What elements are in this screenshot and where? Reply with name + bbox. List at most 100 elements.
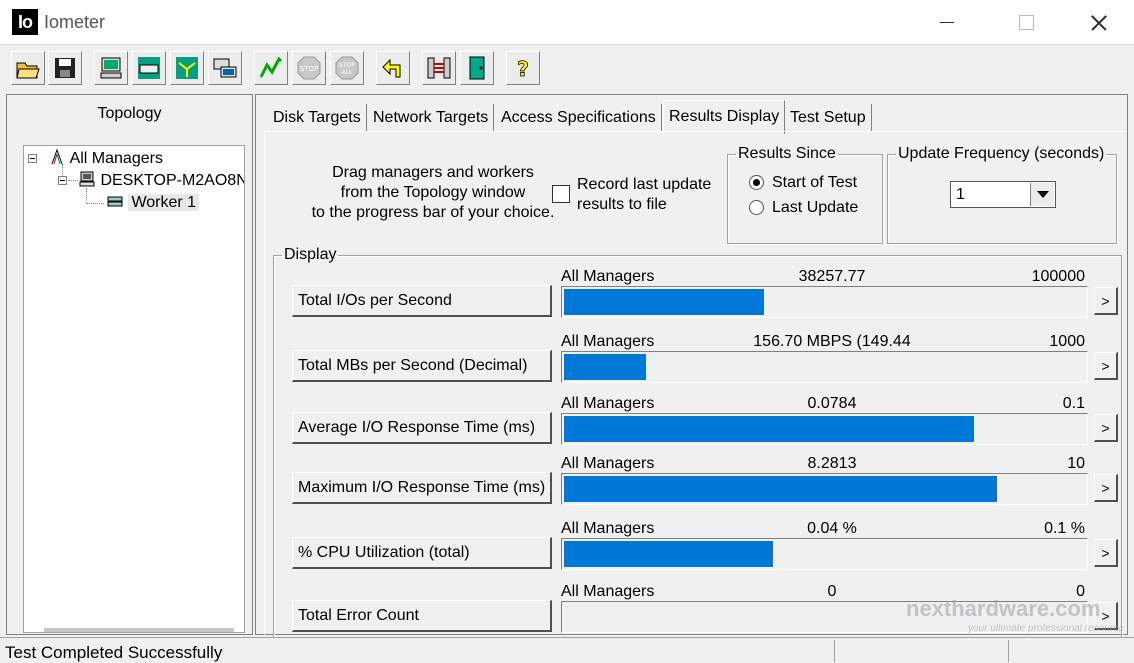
metric-value-label: 8.2813 [807, 455, 857, 472]
computer-icon [79, 171, 95, 187]
metric-select-button[interactable]: Maximum I/O Response Time (ms) [292, 472, 552, 504]
metric-progress-bar [561, 538, 1088, 570]
results-since-label: Results Since [738, 145, 836, 162]
tab-access-specifications[interactable]: Access Specifications [496, 104, 662, 132]
record-last-update-checkbox[interactable] [552, 185, 570, 203]
save-button[interactable] [48, 51, 82, 85]
new-network-worker-button[interactable] [170, 51, 204, 85]
collapse-all-managers-icon[interactable] [28, 154, 37, 163]
copy-worker-button[interactable] [208, 51, 242, 85]
metric-progress-fill [564, 416, 974, 442]
metric-max-label: 100000 [1031, 268, 1085, 285]
metric-detail-button[interactable]: > [1094, 474, 1118, 502]
metric-progress-bar [561, 351, 1088, 383]
metric-manager-label: All Managers [561, 583, 655, 600]
metric-value-label: 38257.77 [798, 268, 866, 285]
status-bar: Test Completed Successfully [0, 637, 1134, 663]
stop-all-button[interactable]: STOP ALL [330, 51, 364, 85]
metric-select-button[interactable]: Total I/Os per Second [292, 285, 552, 317]
all-managers-icon [51, 148, 63, 165]
door-icon [469, 56, 485, 80]
tree-item-all-managers[interactable]: All Managers [48, 148, 163, 168]
metric-detail-button[interactable]: > [1094, 352, 1118, 380]
copy-worker-icon [213, 58, 237, 78]
collapse-manager-icon[interactable] [58, 176, 67, 185]
update-frequency-label: Update Frequency (seconds) [898, 145, 1105, 162]
metric-manager-label: All Managers [561, 395, 655, 412]
metric-max-label: 0.1 % [1044, 520, 1085, 537]
stop-all-icon: STOPALL [335, 56, 359, 80]
open-icon [16, 62, 40, 79]
tree-item-manager[interactable]: DESKTOP-M2AO8N [78, 170, 245, 190]
results-since-group: Results Since [727, 145, 883, 244]
metric-value-label: 0.04 % [807, 520, 857, 537]
tab-results-display[interactable]: Results Display [663, 100, 786, 134]
help-icon: ? [517, 57, 529, 81]
save-icon [55, 58, 75, 78]
open-button[interactable] [11, 51, 45, 85]
metric-manager-label: All Managers [561, 455, 655, 472]
last-update-label[interactable]: Last Update [772, 199, 858, 217]
metric-select-button[interactable]: Average I/O Response Time (ms) [292, 412, 552, 444]
start-of-test-label[interactable]: Start of Test [772, 174, 857, 192]
stop-button[interactable]: STOP [292, 51, 326, 85]
toolbar: STOP STOP ALL ? [0, 44, 1134, 94]
tab-network-targets[interactable]: Network Targets [368, 104, 495, 132]
svg-text:ALL: ALL [342, 69, 353, 76]
svg-text:STOP: STOP [300, 65, 318, 73]
metric-progress-bar [561, 473, 1088, 505]
metric-progress-fill [564, 476, 997, 502]
metric-manager-label: All Managers [561, 520, 655, 537]
update-frequency-select[interactable]: 1 [950, 181, 1056, 208]
metric-progress-fill [564, 541, 773, 567]
metric-value-label: 0 [827, 583, 837, 600]
metric-detail-button[interactable]: > [1094, 414, 1118, 442]
display-label: Display [284, 246, 337, 263]
svg-text:?: ? [517, 57, 529, 81]
metric-detail-button[interactable]: > [1094, 287, 1118, 315]
metric-progress-bar [561, 286, 1088, 318]
watermark-tagline: your ultimate professional resource [968, 623, 1124, 634]
record-last-update-label[interactable]: Record last update results to file [577, 175, 711, 215]
new-disk-worker-button[interactable] [132, 51, 166, 85]
new-manager-icon [100, 57, 122, 79]
minimize-button[interactable] [932, 10, 962, 36]
tab-test-setup[interactable]: Test Setup [785, 104, 872, 132]
update-frequency-value: 1 [956, 186, 965, 203]
exit-program-button[interactable] [460, 51, 494, 85]
title-bar: Io Iometer [0, 0, 1134, 44]
tree-horizontal-scrollbar[interactable] [44, 628, 234, 632]
about-button[interactable]: ? [506, 51, 540, 85]
status-text: Test Completed Successfully [5, 643, 223, 662]
last-update-radio[interactable] [749, 200, 764, 215]
topology-panel: Topology All Managers DESKTOP-M2AO8N Wor… [6, 94, 253, 635]
start-of-test-radio[interactable] [749, 175, 764, 190]
metric-detail-button[interactable]: > [1094, 539, 1118, 567]
metric-progress-fill [564, 354, 646, 380]
manager-label: DESKTOP-M2AO8N [100, 172, 245, 189]
metric-progress-bar [561, 413, 1088, 445]
metric-select-button[interactable]: % CPU Utilization (total) [292, 537, 552, 569]
exit-icon [427, 57, 451, 79]
all-managers-label: All Managers [69, 150, 163, 167]
topology-title: Topology [97, 105, 162, 122]
worker-icon [107, 196, 123, 207]
start-test-button[interactable] [254, 51, 288, 85]
watermark-logo: nexthardware.com [906, 596, 1101, 621]
exit-button[interactable] [422, 51, 456, 85]
new-disk-worker-icon [138, 57, 160, 79]
chevron-down-icon[interactable] [1030, 183, 1054, 206]
metric-select-button[interactable]: Total MBs per Second (Decimal) [292, 350, 552, 382]
maximize-button[interactable] [1011, 10, 1041, 36]
new-manager-button[interactable] [94, 51, 128, 85]
tab-disk-targets[interactable]: Disk Targets [268, 104, 367, 132]
drag-instructions: Drag managers and workers from the Topol… [311, 164, 555, 221]
reset-workers-button[interactable] [376, 51, 410, 85]
topology-tree[interactable]: All Managers DESKTOP-M2AO8N Worker 1 [23, 145, 245, 633]
metric-select-button[interactable]: Total Error Count [292, 600, 552, 632]
metric-max-label: 0.1 [1062, 395, 1085, 412]
close-button[interactable] [1083, 10, 1113, 36]
tree-item-worker[interactable]: Worker 1 [106, 192, 200, 212]
new-network-worker-icon [176, 57, 198, 79]
worker-label: Worker 1 [128, 194, 200, 211]
